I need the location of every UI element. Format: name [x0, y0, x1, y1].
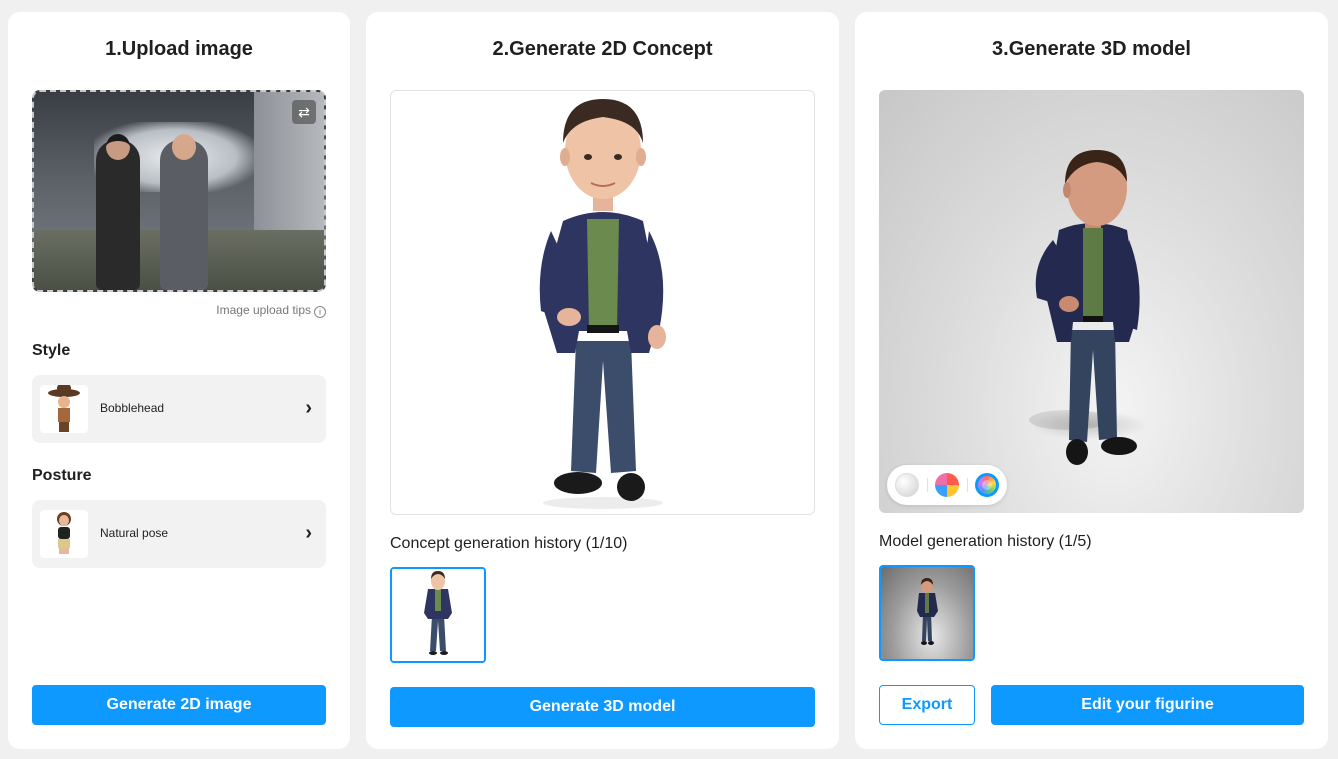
upload-tips-link[interactable]: Image upload tips i — [216, 303, 326, 318]
concept-history-thumb[interactable] — [390, 567, 486, 663]
posture-value: Natural pose — [100, 526, 169, 540]
model-thumb-figure — [917, 578, 938, 645]
generate-3d-button[interactable]: Generate 3D model — [390, 687, 815, 727]
export-button[interactable]: Export — [879, 685, 975, 725]
concept-figure — [539, 99, 666, 509]
style-thumbnail — [40, 385, 88, 433]
upload-panel-title: 1.Upload image — [105, 38, 253, 60]
concept-panel-title: 2.Generate 2D Concept — [492, 38, 713, 60]
concept-history-label: Concept generation history (1/10) — [390, 535, 628, 552]
model-panel-title: 3.Generate 3D model — [992, 38, 1191, 60]
uploaded-image[interactable]: ⇄ — [32, 90, 326, 292]
concept-panel: 2.Generate 2D Concept Concept generation… — [366, 12, 839, 749]
model-figure — [1029, 150, 1140, 465]
chevron-right-icon: › — [305, 522, 312, 544]
upload-tips-text: Image upload tips — [216, 303, 311, 317]
photo-person-right — [160, 134, 208, 290]
model-history-label: Model generation history (1/5) — [879, 533, 1092, 550]
material-color-swatch[interactable] — [935, 473, 959, 497]
chevron-right-icon: › — [305, 397, 312, 419]
concept-thumb-figure — [392, 569, 484, 661]
style-label: Style — [32, 342, 71, 359]
style-value: Bobblehead — [100, 401, 165, 415]
posture-label: Posture — [32, 467, 92, 484]
posture-selector[interactable]: Natural pose › — [32, 500, 326, 568]
material-selector — [887, 465, 1007, 505]
style-selector[interactable]: Bobblehead › — [32, 375, 326, 443]
material-rainbow-swatch[interactable] — [975, 473, 999, 497]
photo-person-left — [96, 134, 140, 290]
swap-icon[interactable]: ⇄ — [292, 100, 316, 124]
model-panel: 3.Generate 3D model Model generation his… — [855, 12, 1328, 749]
upload-panel: 1.Upload image ⇄ Image upload tips i Styl… — [8, 12, 350, 749]
material-white-swatch[interactable] — [895, 473, 919, 497]
posture-thumbnail — [40, 510, 88, 558]
info-icon: i — [314, 306, 326, 318]
generate-2d-button[interactable]: Generate 2D image — [32, 685, 326, 725]
model-history-thumb[interactable] — [879, 565, 975, 661]
model-viewer[interactable] — [879, 90, 1304, 513]
concept-image — [390, 90, 815, 515]
edit-figurine-button[interactable]: Edit your figurine — [991, 685, 1304, 725]
